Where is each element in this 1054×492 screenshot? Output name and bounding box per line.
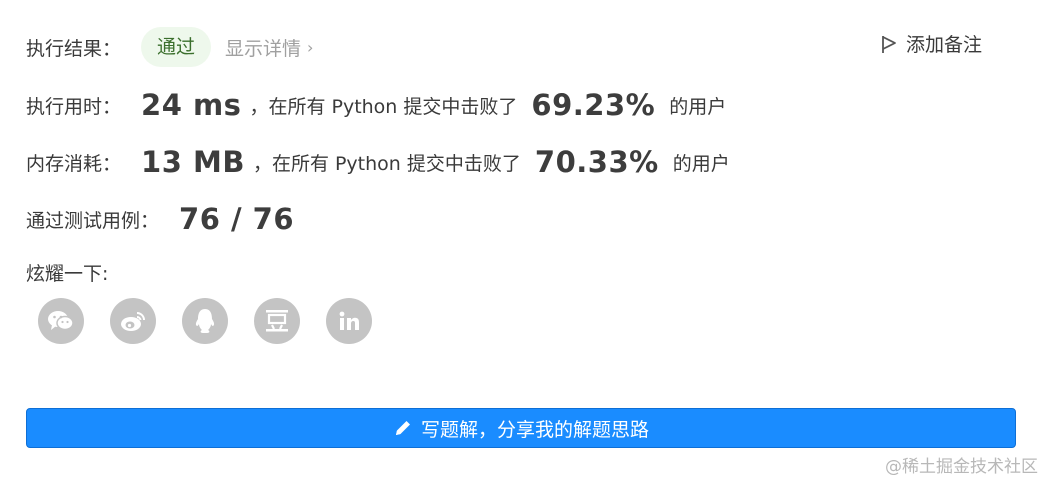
result-row: 执行结果： 通过 显示详情 ›: [26, 27, 313, 67]
flag-icon: [882, 35, 896, 53]
share-row: 炫耀一下:: [26, 258, 108, 286]
tests-label: 通过测试用例：: [26, 209, 160, 232]
weibo-icon: [121, 312, 145, 331]
share-douban-button[interactable]: [254, 298, 300, 344]
memory-suffix: 的用户: [672, 152, 730, 175]
tests-value: 76 / 76: [179, 202, 295, 236]
tests-row: 通过测试用例： 76 / 76: [26, 198, 294, 240]
runtime-row: 执行用时： 24 ms ，在所有 Python 提交中击败了 69.23% 的用…: [26, 84, 726, 126]
memory-row: 内存消耗： 13 MB ，在所有 Python 提交中击败了 70.33% 的用…: [26, 141, 730, 183]
memory-label: 内存消耗：: [26, 152, 122, 175]
show-details-label: 显示详情: [225, 37, 302, 60]
douban-icon: [266, 310, 288, 332]
pencil-icon: [395, 421, 410, 435]
memory-percent: 70.33%: [534, 145, 659, 179]
runtime-value: 24 ms: [141, 88, 242, 122]
share-wechat-button[interactable]: [38, 298, 84, 344]
add-note-button[interactable]: 添加备注: [880, 30, 982, 57]
show-details-link[interactable]: 显示详情 ›: [225, 34, 313, 61]
chevron-right-icon: ›: [307, 37, 314, 57]
wechat-icon: [48, 311, 74, 331]
runtime-label: 执行用时：: [26, 95, 122, 118]
runtime-percent: 69.23%: [531, 88, 656, 122]
qq-icon: [195, 309, 215, 333]
share-linkedin-button[interactable]: [326, 298, 372, 344]
share-qq-button[interactable]: [182, 298, 228, 344]
social-share-bar: [38, 298, 398, 344]
linkedin-icon: [339, 311, 359, 330]
add-note-label: 添加备注: [906, 34, 983, 56]
share-weibo-button[interactable]: [110, 298, 156, 344]
runtime-suffix: 的用户: [669, 95, 727, 118]
watermark: @稀土掘金技术社区: [885, 457, 1038, 477]
status-badge: 通过: [141, 27, 212, 67]
share-label: 炫耀一下:: [26, 262, 109, 285]
result-label: 执行结果：: [26, 37, 122, 60]
write-solution-label: 写题解，分享我的解题思路: [420, 418, 649, 441]
memory-beat-text: ，在所有 Python 提交中击败了: [252, 152, 521, 175]
memory-value: 13 MB: [141, 145, 245, 179]
runtime-beat-text: ，在所有 Python 提交中击败了: [249, 95, 518, 118]
write-solution-button[interactable]: 写题解，分享我的解题思路: [26, 408, 1016, 448]
